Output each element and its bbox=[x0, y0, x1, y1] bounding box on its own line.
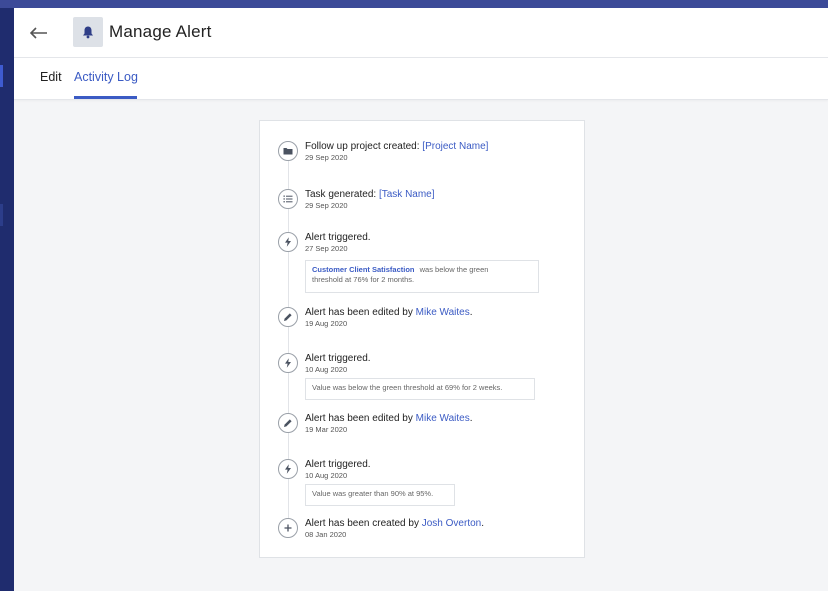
entry-icon bbox=[278, 307, 298, 327]
entry-suffix: . bbox=[481, 518, 485, 529]
entry-message: Alert triggered. bbox=[305, 232, 371, 243]
entry-icon bbox=[278, 353, 298, 373]
entry-message: Task generated: bbox=[305, 189, 377, 200]
user-link[interactable]: Mike Waites bbox=[416, 413, 470, 424]
entry-icon bbox=[278, 518, 298, 538]
entry-date: 27 Sep 2020 bbox=[305, 244, 348, 253]
left-nav-indicator[interactable] bbox=[0, 65, 3, 87]
page-header: Manage Alert bbox=[14, 8, 828, 58]
entry-text: Alert has been created by Josh Overton. bbox=[305, 518, 484, 529]
note-text: was below the green bbox=[419, 265, 489, 274]
entry-date: 08 Jan 2020 bbox=[305, 530, 347, 539]
lightning-icon bbox=[285, 237, 291, 247]
note-text: threshold at 76% for 2 months. bbox=[312, 275, 415, 284]
entry-icon bbox=[278, 413, 298, 433]
entry-text: Task generated: [Task Name] bbox=[305, 189, 435, 200]
entry-date: 19 Aug 2020 bbox=[305, 319, 348, 328]
entry-date: 10 Aug 2020 bbox=[305, 365, 348, 374]
entry-message: Alert triggered. bbox=[305, 459, 371, 470]
list-icon bbox=[283, 195, 293, 203]
plus-icon bbox=[284, 524, 292, 532]
metric-link[interactable]: Customer Client Satisfaction bbox=[312, 265, 415, 274]
left-nav bbox=[0, 8, 14, 591]
tab-edit[interactable]: Edit bbox=[40, 70, 62, 84]
lightning-icon bbox=[285, 358, 291, 368]
entry-message: Alert has been edited by bbox=[305, 307, 413, 318]
pencil-icon bbox=[284, 313, 292, 321]
entry-text: Alert has been edited by Mike Waites. bbox=[305, 307, 473, 318]
pencil-icon bbox=[284, 419, 292, 427]
user-link[interactable]: Mike Waites bbox=[416, 307, 470, 318]
entry-message: Follow up project created: bbox=[305, 141, 420, 152]
active-tab-indicator bbox=[74, 96, 137, 99]
entry-message: Alert has been edited by bbox=[305, 413, 413, 424]
top-bar bbox=[0, 0, 828, 8]
entry-message: Alert triggered. bbox=[305, 353, 371, 364]
bell-icon bbox=[83, 26, 93, 39]
entry-date: 19 Mar 2020 bbox=[305, 425, 348, 434]
entry-message: Alert has been created by bbox=[305, 518, 419, 529]
entry-text: Alert has been edited by Mike Waites. bbox=[305, 413, 473, 424]
alert-detail-note: Value was below the green threshold at 6… bbox=[305, 378, 535, 400]
tab-activity-log[interactable]: Activity Log bbox=[74, 70, 138, 84]
entry-icon bbox=[278, 459, 298, 479]
folder-icon bbox=[283, 148, 293, 155]
user-link[interactable]: Josh Overton bbox=[422, 518, 481, 529]
project-name-link[interactable]: [Project Name] bbox=[422, 141, 488, 152]
entry-icon bbox=[278, 232, 298, 252]
back-arrow-icon bbox=[30, 27, 47, 39]
alert-badge bbox=[73, 17, 103, 47]
tab-bar: Edit Activity Log bbox=[14, 58, 828, 100]
task-name-link[interactable]: [Task Name] bbox=[379, 189, 435, 200]
alert-detail-note: Customer Client Satisfaction was below t… bbox=[305, 260, 539, 293]
entry-date: 29 Sep 2020 bbox=[305, 201, 348, 210]
back-button[interactable] bbox=[24, 18, 54, 48]
entry-icon bbox=[278, 141, 298, 161]
alert-detail-note: Value was greater than 90% at 95%. bbox=[305, 484, 455, 506]
entry-date: 10 Aug 2020 bbox=[305, 471, 348, 480]
activity-log-card: Follow up project created: [Project Name… bbox=[259, 120, 585, 558]
entry-suffix: . bbox=[469, 413, 473, 424]
entry-icon bbox=[278, 189, 298, 209]
entry-text: Follow up project created: [Project Name… bbox=[305, 141, 488, 152]
entry-date: 29 Sep 2020 bbox=[305, 153, 348, 162]
entry-suffix: . bbox=[469, 307, 473, 318]
lightning-icon bbox=[285, 464, 291, 474]
left-nav-indicator[interactable] bbox=[0, 204, 3, 226]
page-title: Manage Alert bbox=[109, 22, 212, 41]
